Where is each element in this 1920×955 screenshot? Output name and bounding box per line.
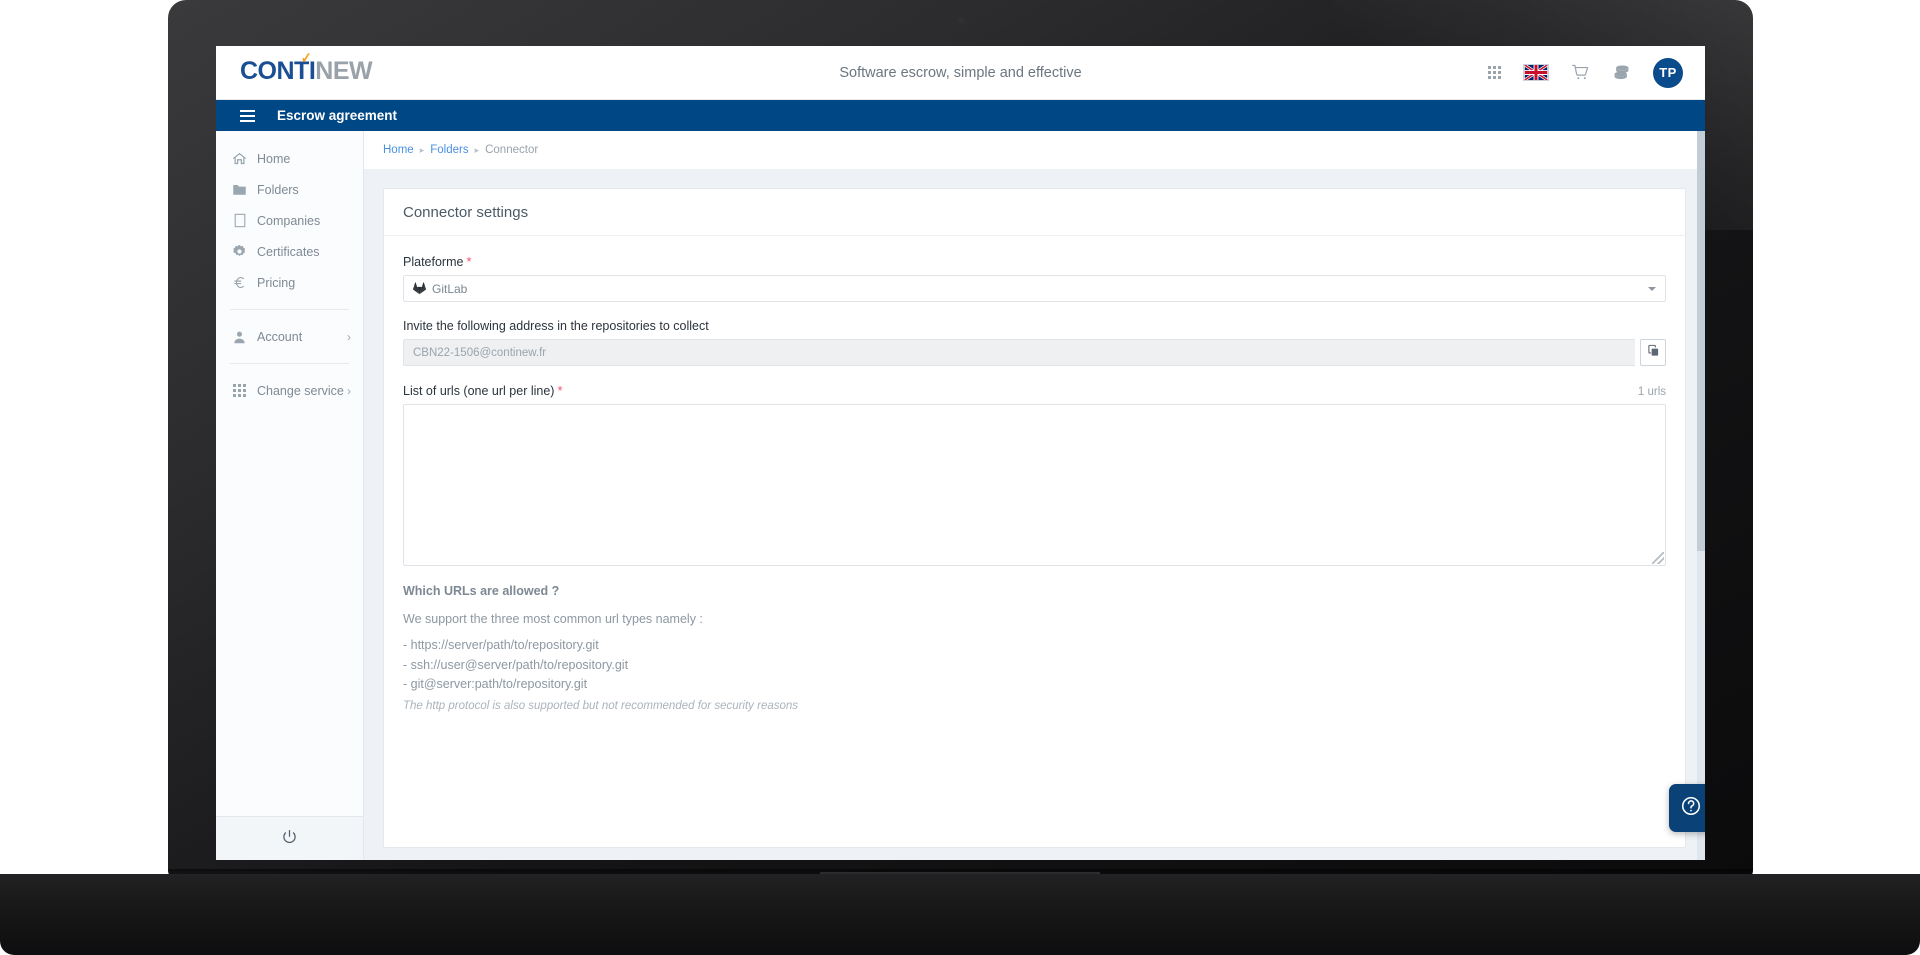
help-url-line: - git@server:path/to/repository.git xyxy=(403,677,588,692)
invite-label: Invite the following address in the repo… xyxy=(403,319,709,333)
connector-settings-card: Connector settings Plateforme * GitLab I… xyxy=(383,188,1686,848)
sidebar-item-label: Pricing xyxy=(257,275,296,290)
chevron-right-icon: › xyxy=(347,383,351,398)
app-body: Home Folders Companies Certificates Pric… xyxy=(216,131,1705,860)
sidebar-item-label: Companies xyxy=(257,213,321,228)
coins-stack-icon[interactable] xyxy=(1612,64,1631,81)
sidebar-item-label: Change service xyxy=(257,383,344,398)
scrollbar-track[interactable] xyxy=(1697,131,1705,860)
scrollbar-thumb[interactable] xyxy=(1697,131,1705,551)
laptop-mockup: CONTINEW ✓ Software escrow, simple and e… xyxy=(0,0,1920,955)
breadcrumb-home[interactable]: Home xyxy=(383,144,414,156)
screen-viewport: CONTINEW ✓ Software escrow, simple and e… xyxy=(216,46,1705,860)
folder-icon xyxy=(232,182,247,197)
card-title: Connector settings xyxy=(384,189,1685,236)
person-icon xyxy=(232,329,247,344)
invite-address-row: CBN22-1506@continew.fr xyxy=(403,339,1666,366)
webcam-icon xyxy=(957,17,965,24)
app-header: CONTINEW ✓ Software escrow, simple and e… xyxy=(216,46,1705,100)
chevron-right-icon: › xyxy=(347,329,351,344)
laptop-base xyxy=(0,874,1920,955)
home-icon xyxy=(232,151,247,166)
logout-button[interactable] xyxy=(216,816,363,860)
sidebar-item-label: Folders xyxy=(257,182,299,197)
sidebar-item-home[interactable]: Home xyxy=(216,143,363,174)
required-marker: * xyxy=(466,254,472,269)
help-url-line: - ssh://user@server/path/to/repository.g… xyxy=(403,657,629,672)
platform-label-row: Plateforme * xyxy=(403,254,1666,269)
sidebar-item-account[interactable]: Account › xyxy=(216,321,363,352)
sidebar: Home Folders Companies Certificates Pric… xyxy=(216,131,364,860)
header-tagline: Software escrow, simple and effective xyxy=(839,64,1082,81)
apps-grid-icon[interactable] xyxy=(1488,66,1501,79)
breadcrumb-separator-icon: ▸ xyxy=(419,144,425,155)
sidebar-item-label: Certificates xyxy=(257,244,320,259)
euro-icon xyxy=(232,275,247,290)
sidebar-item-change-service[interactable]: Change service › xyxy=(216,375,363,406)
gitlab-fox-icon xyxy=(413,282,426,295)
sidebar-item-certificates[interactable]: Certificates xyxy=(216,236,363,267)
urls-label-row: List of urls (one url per line) * 1 urls xyxy=(403,383,1666,404)
help-button[interactable] xyxy=(1669,784,1705,832)
main-content: Home ▸ Folders ▸ Connector Connector set… xyxy=(364,131,1705,860)
nav-bar: Escrow agreement xyxy=(216,100,1705,131)
hamburger-menu-icon[interactable] xyxy=(240,109,255,122)
sidebar-secondary-list: Account › xyxy=(216,321,363,352)
breadcrumb-current: Connector xyxy=(485,144,539,156)
breadcrumb: Home ▸ Folders ▸ Connector xyxy=(364,131,1705,169)
power-logout-icon xyxy=(282,829,297,849)
uk-flag-icon[interactable] xyxy=(1523,64,1549,81)
platform-select[interactable]: GitLab xyxy=(403,275,1666,302)
card-body: Plateforme * GitLab Invite the following… xyxy=(384,236,1685,712)
invite-address-field[interactable]: CBN22-1506@continew.fr xyxy=(403,339,1635,366)
header-icon-group: TP xyxy=(1488,57,1683,88)
help-note: The http protocol is also supported but … xyxy=(403,700,799,712)
copy-icon xyxy=(1647,344,1660,362)
certificate-badge-icon xyxy=(232,244,247,259)
building-icon xyxy=(232,213,247,228)
help-url-line: - https://server/path/to/repository.git xyxy=(403,637,599,652)
sidebar-item-pricing[interactable]: Pricing xyxy=(216,267,363,298)
chevron-down-icon xyxy=(1648,286,1656,291)
urls-counter: 1 urls xyxy=(1637,386,1666,398)
urls-textarea[interactable] xyxy=(403,404,1666,566)
copy-button[interactable] xyxy=(1640,339,1666,366)
help-section-title: Which URLs are allowed ? xyxy=(403,584,560,598)
resize-handle[interactable] xyxy=(1652,552,1664,564)
required-marker: * xyxy=(557,383,563,398)
sidebar-item-folders[interactable]: Folders xyxy=(216,174,363,205)
apps-grid-icon xyxy=(232,383,247,398)
question-mark-circle-icon xyxy=(1680,795,1702,822)
nav-title: Escrow agreement xyxy=(277,108,398,123)
avatar[interactable]: TP xyxy=(1653,57,1683,88)
platform-label: Plateforme xyxy=(403,255,464,269)
urls-label: List of urls (one url per line) xyxy=(403,384,555,398)
sidebar-item-companies[interactable]: Companies xyxy=(216,205,363,236)
sidebar-divider-2 xyxy=(230,363,349,364)
breadcrumb-separator-icon: ▸ xyxy=(474,144,480,155)
help-intro: We support the three most common url typ… xyxy=(403,612,703,626)
sidebar-tertiary-list: Change service › xyxy=(216,375,363,406)
sidebar-primary-list: Home Folders Companies Certificates Pric… xyxy=(216,131,363,298)
sidebar-item-label: Account xyxy=(257,329,303,344)
platform-value: GitLab xyxy=(432,281,468,296)
sidebar-item-label: Home xyxy=(257,151,291,166)
breadcrumb-folders[interactable]: Folders xyxy=(430,144,468,156)
sidebar-divider-1 xyxy=(230,309,349,310)
shopping-cart-icon[interactable] xyxy=(1571,64,1590,81)
